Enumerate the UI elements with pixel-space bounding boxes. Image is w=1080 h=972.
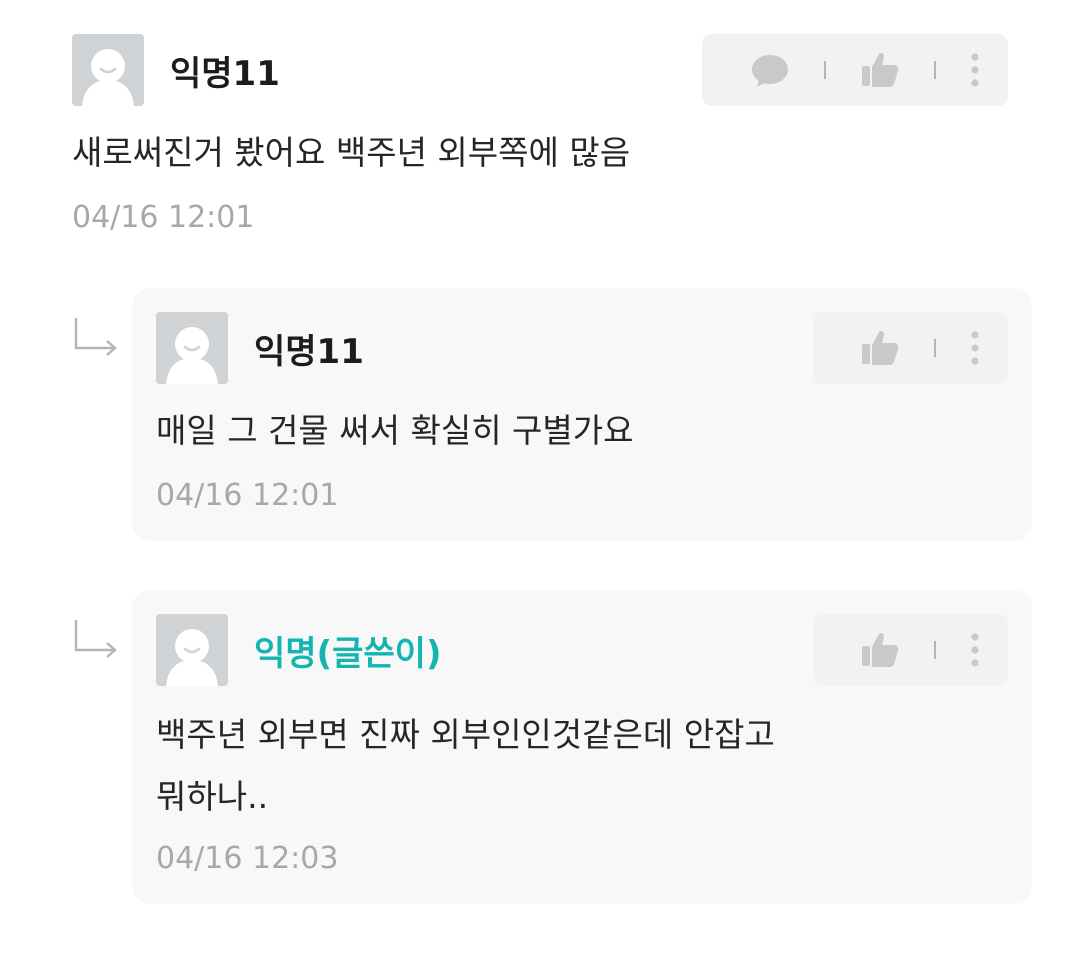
reply-timestamp: 04/16 12:03 <box>156 841 339 876</box>
comment-action-bar <box>702 34 1008 106</box>
action-separator <box>934 641 936 659</box>
reply-action-bar <box>813 312 1008 384</box>
default-avatar-icon <box>72 34 144 106</box>
like-button[interactable] <box>860 328 900 368</box>
reply-text: 매일 그 건물 써서 확실히 구별가요 <box>156 411 634 450</box>
action-separator <box>824 61 826 79</box>
more-icon <box>971 53 979 87</box>
reply-icon <box>752 55 788 87</box>
comment-text: 새로써진거 봤어요 백주년 외부쪽에 많음 <box>72 133 631 172</box>
avatar <box>72 34 144 106</box>
default-avatar-icon <box>156 312 228 384</box>
action-separator <box>934 339 936 357</box>
more-button[interactable] <box>970 330 980 366</box>
comment-nickname: 익명11 <box>170 54 280 94</box>
default-avatar-icon <box>156 614 228 686</box>
reply-nickname: 익명11 <box>254 332 364 372</box>
like-icon <box>862 633 899 667</box>
more-button[interactable] <box>970 52 980 88</box>
reply-arrow-icon <box>74 318 117 356</box>
more-icon <box>971 331 979 365</box>
comment-item: 익명11 새로써진거 봤어요 백주년 외부쪽에 많음 04/16 12:01 <box>0 0 1080 260</box>
like-icon <box>862 331 899 365</box>
reply-item: 익명(글쓴이) 백주년 외부면 진짜 외부인인것같은데 안잡고 뭐하나.. 04… <box>132 590 1032 904</box>
more-icon <box>971 633 979 667</box>
reply-timestamp: 04/16 12:01 <box>156 478 339 513</box>
reply-button[interactable] <box>750 50 790 90</box>
like-button[interactable] <box>860 50 900 90</box>
reply-action-bar <box>813 614 1008 686</box>
action-separator <box>934 61 936 79</box>
reply-item: 익명11 매일 그 건물 써서 확실히 구별가요 04/16 12:01 <box>132 288 1032 541</box>
reply-arrow-icon <box>74 620 117 658</box>
like-icon <box>862 53 899 87</box>
reply-text-line: 뭐하나.. <box>156 777 269 816</box>
reply-text-line: 백주년 외부면 진짜 외부인인것같은데 안잡고 <box>156 715 775 754</box>
avatar <box>156 312 228 384</box>
more-button[interactable] <box>970 632 980 668</box>
like-button[interactable] <box>860 630 900 670</box>
author-nickname: 익명(글쓴이) <box>254 634 442 674</box>
comment-timestamp: 04/16 12:01 <box>72 200 255 235</box>
avatar <box>156 614 228 686</box>
